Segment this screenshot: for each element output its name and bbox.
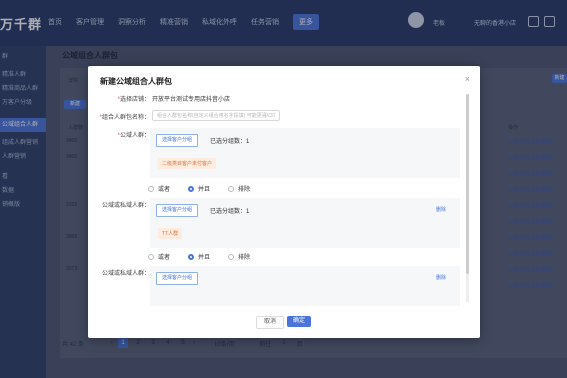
group1-tag: 二级类目客户未付客户 (158, 158, 217, 169)
name-label: *组合人群包名称： (99, 115, 150, 121)
radio-not-2[interactable]: 排除 (228, 252, 250, 261)
radio-circle-checked (188, 253, 195, 260)
logic-radio-group-2: 或者 并且 排除 (148, 252, 250, 261)
dialog-body: *选择店铺： 开放平台测试专用店抖音小店 *组合人群包名称： 组合人群包名称(自… (88, 92, 480, 306)
confirm-button[interactable]: 确定 (287, 316, 311, 327)
group1-selected-count: 已选分组数：1 (210, 139, 250, 145)
shop-label: *选择店铺： (117, 97, 150, 103)
name-counter: 0/20 (265, 113, 275, 119)
group3-box: 选择客户分组 删除 (150, 266, 460, 306)
group2-tag: TT人群 (158, 228, 183, 239)
radio-or-2[interactable]: 或者 (148, 252, 170, 261)
group3-label: 公域或私域人群： (101, 271, 150, 277)
name-input[interactable]: 组合人群包名称(自定义组合用名字段填) 可能更喜 0/20 (152, 110, 280, 121)
logic-radio-group-1: 或者 并且 排除 (148, 184, 250, 193)
dialog-scrollbar-thumb[interactable] (466, 94, 469, 274)
app-screen: 万千群 首页 客户管理 洞察分析 精准营销 私域化外呼 任务营销 更多 老板 无… (0, 0, 567, 378)
group3-delete[interactable]: 删除 (436, 274, 446, 281)
radio-circle (228, 253, 235, 260)
radio-circle (148, 185, 154, 192)
group2-label: 公域或私域人群： (101, 203, 150, 209)
radio-not-1[interactable]: 排除 (228, 184, 250, 193)
dialog-footer: 取消 确定 (88, 316, 480, 330)
radio-or-1[interactable]: 或者 (148, 184, 170, 193)
group2-delete[interactable]: 删除 (436, 206, 446, 213)
cancel-button[interactable]: 取消 (256, 316, 284, 329)
radio-circle (148, 253, 154, 260)
radio-and-2[interactable]: 并且 (188, 252, 210, 261)
group1-box: 选择客户分组 已选分组数：1 二级类目客户未付客户 (150, 128, 460, 178)
group1-select-button[interactable]: 选择客户分组 (156, 134, 199, 147)
create-combo-dialog: 新建公域组合人群包 × *选择店铺： 开放平台测试专用店抖音小店 *组合人群包名… (88, 66, 480, 338)
radio-circle (228, 185, 235, 192)
shop-value: 开放平台测试专用店抖音小店 (152, 97, 231, 103)
close-icon[interactable]: × (465, 74, 470, 84)
name-placeholder: 组合人群包名称(自定义组合用名字段填) 可能更喜 (157, 113, 267, 119)
radio-circle-checked (188, 185, 195, 192)
group3-select-button[interactable]: 选择客户分组 (156, 272, 199, 285)
dialog-title: 新建公域组合人群包 (100, 77, 172, 86)
group2-select-button[interactable]: 选择客户分组 (156, 204, 199, 217)
group2-box: 选择客户分组 已选分组数：1 删除 TT人群 (150, 198, 460, 248)
group2-selected-count: 已选分组数：1 (210, 209, 250, 215)
radio-and-1[interactable]: 并且 (188, 184, 210, 193)
group1-label: *公域人群： (117, 133, 150, 139)
